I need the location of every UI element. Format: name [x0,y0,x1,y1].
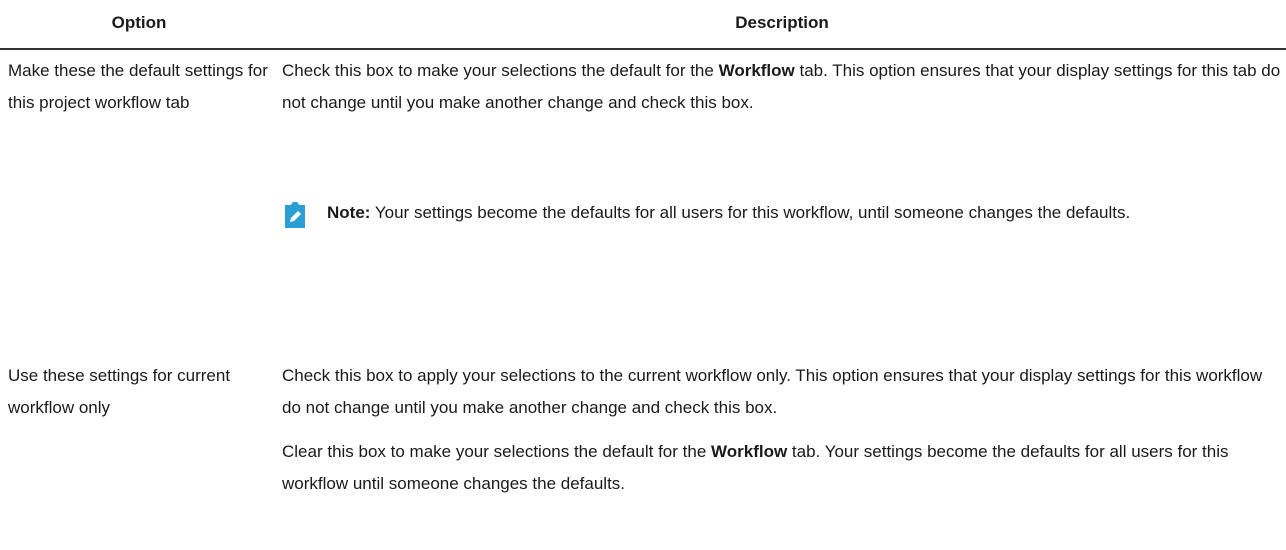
description-text: Check this box to apply your selections … [282,366,1263,417]
option-cell: Make these the default settings for this… [8,61,268,112]
note-label: Note: [327,203,371,222]
pencil-note-icon [282,201,308,229]
description-cell: Check this box to apply your selections … [282,360,1282,500]
note-text: Note: Your settings become the defaults … [327,203,1131,222]
option-cell: Use these settings for current workflow … [8,366,231,417]
workflow-tab-name: Workflow [718,61,795,80]
header-description: Description [735,13,829,32]
table-header: Option Description [0,0,1286,50]
header-option: Option [111,13,167,32]
options-table: Option Description Make these the defaul… [0,0,1286,493]
description-text: Check this box to make your selections t… [282,61,1281,112]
workflow-tab-name: Workflow [711,442,788,461]
description-cell: Check this box to make your selections t… [282,55,1282,228]
description-text-2: Clear this box to make your selections t… [282,442,1229,493]
